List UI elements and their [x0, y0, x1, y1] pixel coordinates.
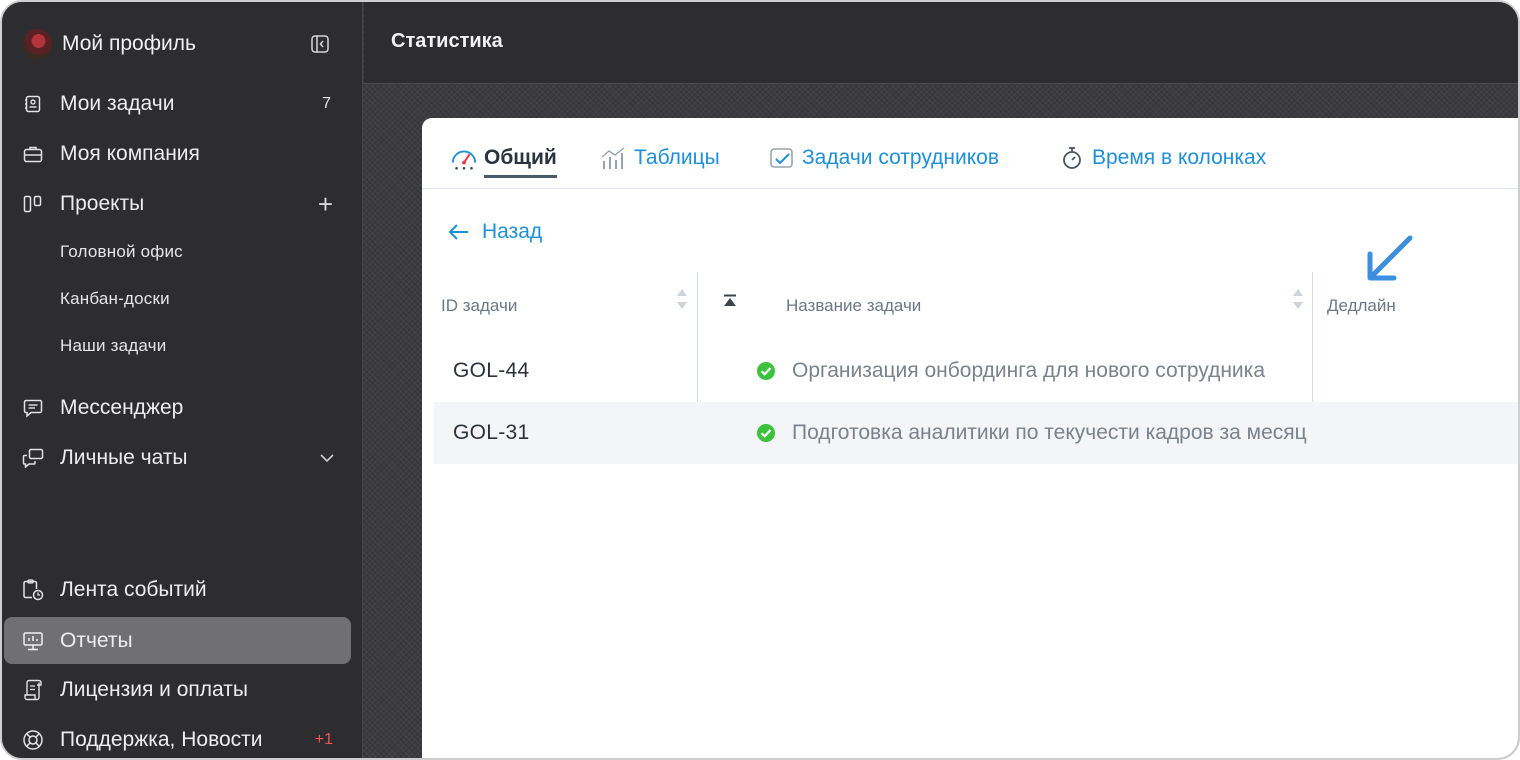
- check-circle-icon: [757, 362, 775, 380]
- page-title: Статистика: [391, 30, 503, 52]
- task-id: GOL-44: [453, 359, 530, 382]
- project-item[interactable]: Наши задачи: [60, 331, 166, 361]
- support-icon: [22, 729, 44, 751]
- sidebar-item-my-company[interactable]: Моя компания: [22, 134, 337, 174]
- tasks-icon: [22, 93, 44, 115]
- task-count-badge: 7: [322, 95, 331, 112]
- app-window: Мой профиль Мои задачи 7 Моя компания Пр…: [0, 0, 1520, 760]
- annotation-arrow-icon: [1367, 235, 1413, 281]
- profile-name: Мой профиль: [62, 32, 196, 55]
- top-bar: Статистика: [364, 2, 1518, 84]
- column-header-name[interactable]: Название задачи: [786, 294, 921, 318]
- company-icon: [22, 143, 44, 165]
- table-row[interactable]: GOL-44 Организация онбординга для нового…: [434, 340, 1518, 402]
- bar-chart-icon: [600, 144, 628, 172]
- tab-label: Общий: [484, 146, 557, 178]
- license-icon: [22, 679, 44, 701]
- sidebar-collapse-icon[interactable]: [310, 34, 330, 54]
- reports-icon: [22, 630, 44, 652]
- tab-employee-tasks[interactable]: Задачи сотрудников: [768, 140, 999, 176]
- sidebar-item-messenger[interactable]: Мессенджер: [22, 388, 337, 428]
- sort-icon[interactable]: [1291, 286, 1305, 312]
- tab-label: Таблицы: [634, 146, 720, 169]
- sidebar-item-license[interactable]: Лицензия и оплаты: [22, 670, 337, 710]
- news-badge: +1: [314, 731, 333, 748]
- tab-tables[interactable]: Таблицы: [600, 140, 720, 176]
- sidebar-item-label: Проекты: [60, 192, 145, 215]
- speedometer-icon: [450, 144, 478, 172]
- check-circle-icon: [757, 424, 775, 442]
- column-header-deadline[interactable]: Дедлайн: [1327, 294, 1396, 318]
- collapse-up-icon[interactable]: [722, 293, 738, 309]
- sidebar-item-events[interactable]: Лента событий: [22, 570, 337, 610]
- add-project-button[interactable]: +: [318, 189, 333, 220]
- chats-icon: [22, 447, 44, 469]
- table-row[interactable]: GOL-31 Подготовка аналитики по текучести…: [434, 402, 1518, 464]
- sidebar: Мой профиль Мои задачи 7 Моя компания Пр…: [2, 2, 363, 758]
- checked-calendar-icon: [768, 144, 796, 172]
- statistics-card: Общий Таблицы Задачи сотрудников Время в…: [422, 118, 1518, 758]
- chevron-down-icon[interactable]: [319, 453, 335, 463]
- tab-label: Задачи сотрудников: [802, 146, 999, 169]
- statistics-tabs: Общий Таблицы Задачи сотрудников Время в…: [422, 118, 1518, 189]
- project-item[interactable]: Головной офис: [60, 237, 183, 267]
- stopwatch-icon: [1058, 144, 1086, 172]
- sidebar-item-label: Мессенджер: [60, 396, 184, 419]
- back-label: Назад: [482, 220, 543, 243]
- avatar[interactable]: [22, 29, 52, 59]
- sidebar-item-projects[interactable]: Проекты +: [22, 184, 337, 224]
- sidebar-item-label: Мои задачи: [60, 92, 175, 115]
- task-id: GOL-31: [453, 421, 530, 444]
- sidebar-item-reports[interactable]: Отчеты: [4, 617, 351, 664]
- sidebar-item-support[interactable]: Поддержка, Новости +1: [22, 720, 337, 758]
- sort-icon[interactable]: [675, 286, 689, 312]
- task-name: Организация онбординга для нового сотруд…: [792, 359, 1265, 382]
- sidebar-item-my-tasks[interactable]: Мои задачи 7: [22, 84, 337, 124]
- messenger-icon: [22, 397, 44, 419]
- tab-general[interactable]: Общий: [450, 140, 557, 178]
- task-name-cell: Организация онбординга для нового сотруд…: [756, 340, 1312, 402]
- events-icon: [22, 579, 44, 601]
- projects-icon: [22, 193, 44, 215]
- tab-time-in-columns[interactable]: Время в колонках: [1058, 140, 1266, 176]
- sidebar-item-label: Моя компания: [60, 142, 200, 165]
- sidebar-item-label: Лента событий: [60, 578, 207, 601]
- task-name: Подготовка аналитики по текучести кадров…: [792, 421, 1307, 444]
- tab-label: Время в колонках: [1092, 146, 1267, 169]
- column-header-id[interactable]: ID задачи: [441, 294, 517, 318]
- sidebar-item-label: Отчеты: [60, 628, 133, 652]
- task-name-cell: Подготовка аналитики по текучести кадров…: [756, 402, 1312, 464]
- profile-header[interactable]: Мой профиль: [22, 28, 342, 60]
- sidebar-item-label: Поддержка, Новости: [60, 728, 263, 751]
- sidebar-item-label: Личные чаты: [60, 446, 188, 469]
- arrow-left-icon: [448, 224, 468, 240]
- sidebar-item-label: Лицензия и оплаты: [60, 678, 248, 701]
- sidebar-item-private-chats[interactable]: Личные чаты: [22, 438, 337, 478]
- back-button[interactable]: Назад: [448, 218, 542, 246]
- project-item[interactable]: Канбан-доски: [60, 284, 170, 314]
